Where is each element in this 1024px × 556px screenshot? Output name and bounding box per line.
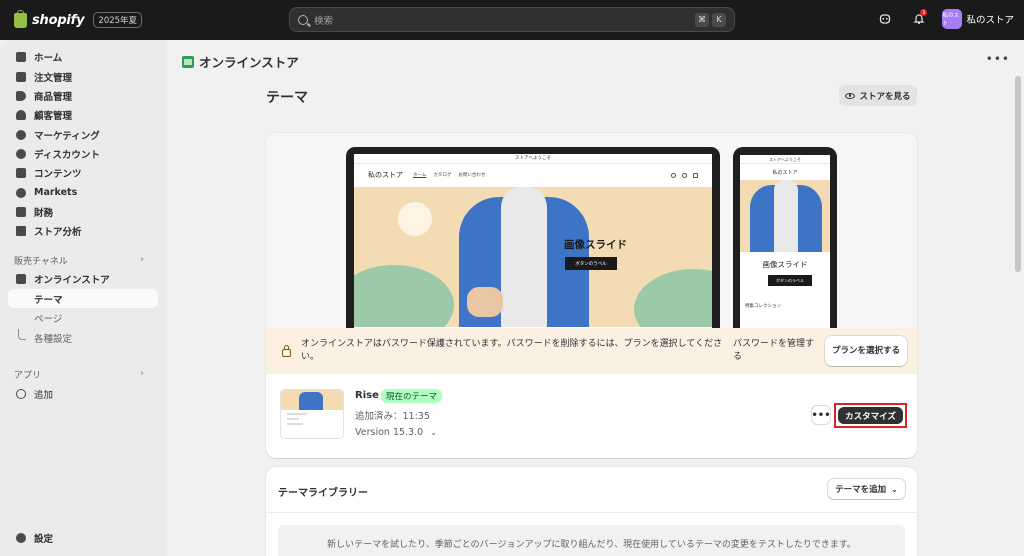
sidekick-icon[interactable] (874, 8, 896, 30)
sidebar-item-finance[interactable]: 財務 (8, 202, 158, 221)
customize-highlight: カスタマイズ (834, 403, 907, 428)
tag-icon (16, 90, 26, 101)
theme-added-time: 追加済み：11:35 (355, 411, 430, 422)
mobile-slide-button: ボタンのラベル (768, 275, 812, 286)
chevron-down-icon: ⌄ (891, 484, 898, 494)
more-actions-icon[interactable]: ••• (986, 52, 1010, 66)
sidebar-item-pages[interactable]: ページ (8, 308, 158, 327)
lock-icon (282, 344, 291, 357)
gear-icon (16, 532, 26, 543)
search-input[interactable]: 検索 ⌘ K (289, 7, 735, 32)
theme-library-empty-text: 新しいテーマを試したり、季節ごとのバージョンアップに取り組んだり、現在使用してい… (278, 525, 905, 556)
theme-thumbnail (280, 389, 344, 439)
mobile-preview: ストアへようこそ 私のストア 画像スライド ボタンのラベル 特集コレクション (733, 147, 837, 328)
plus-circle-icon (16, 388, 26, 399)
theme-preview[interactable]: ストアへようこそ 私のストア ホーム カタログ お問い合わせ 画像スライド ボタ… (266, 133, 917, 328)
sidebar: ホーム 注文管理 商品管理 顧客管理 マーケティング ディスカウント コンテンツ… (0, 40, 166, 556)
edition-badge[interactable]: 2025年夏 (93, 12, 143, 28)
section-title: テーマ (266, 90, 308, 106)
avatar[interactable]: 私のスト (942, 9, 963, 29)
desktop-preview: ストアへようこそ 私のストア ホーム カタログ お問い合わせ 画像スライド ボタ… (346, 147, 720, 328)
sidebar-item-home[interactable]: ホーム (8, 47, 158, 66)
sidebar-item-discounts[interactable]: ディスカウント (8, 144, 158, 163)
sales-channels-label: 販売チャネル (14, 257, 68, 267)
customize-button[interactable]: カスタマイズ (838, 407, 903, 424)
preview-cart-icon (693, 172, 698, 178)
select-plan-button[interactable]: プランを選択する (825, 336, 907, 366)
store-icon (16, 273, 26, 284)
scrollbar[interactable] (1015, 76, 1021, 272)
page-header: オンラインストア (182, 52, 299, 71)
mobile-brand: 私のストア (772, 169, 798, 176)
view-store-button[interactable]: ストアを見る (839, 85, 917, 106)
sidebar-item-customers[interactable]: 顧客管理 (8, 105, 158, 124)
add-theme-button[interactable]: テーマを追加 ⌄ (828, 479, 905, 499)
theme-version-dropdown[interactable]: Version 15.3.0 ⌄ (355, 427, 437, 438)
top-bar: shopify 2025年夏 検索 ⌘ K 1 私のスト 私のストア (0, 0, 1024, 40)
chevron-down-icon: ⌄ (430, 428, 437, 437)
theme-library-title: テーマライブラリー (278, 488, 368, 499)
preview-brand: 私のストア (368, 171, 403, 179)
home-icon (16, 51, 26, 62)
eye-icon (845, 92, 856, 99)
page-title: オンラインストア (199, 55, 299, 70)
shopify-bag-icon (14, 9, 27, 28)
theme-more-button[interactable]: ••• (811, 406, 831, 424)
notification-bell-icon[interactable]: 1 (908, 8, 930, 30)
theme-library-card: テーマライブラリー テーマを追加 ⌄ 新しいテーマを試したり、季節ごとのバージョ… (266, 467, 917, 556)
target-icon (16, 129, 26, 140)
preview-account-icon (682, 172, 687, 178)
apps-label: アプリ (14, 371, 42, 381)
theme-name: Rise (355, 390, 379, 401)
current-theme-card: ストアへようこそ 私のストア ホーム カタログ お問い合わせ 画像スライド ボタ… (266, 133, 917, 458)
notification-badge: 1 (920, 9, 928, 16)
banner-text: オンラインストアはパスワード保護されています。パスワードを削除するには、プランを… (301, 339, 723, 362)
preview-announcement: ストアへようこそ (354, 154, 712, 164)
mobile-announcement: ストアへようこそ (740, 155, 830, 164)
globe-icon (16, 187, 26, 198)
password-banner: オンラインストアはパスワード保護されています。パスワードを削除するには、プランを… (266, 328, 917, 374)
sidebar-item-online-store[interactable]: オンラインストア (8, 269, 158, 288)
chart-bar-icon (16, 225, 26, 236)
sidebar-item-themes[interactable]: テーマ (8, 289, 158, 308)
store-name[interactable]: 私のストア (966, 12, 1014, 26)
sidebar-item-preferences[interactable]: 各種設定 (8, 328, 158, 347)
inbox-icon (16, 71, 26, 82)
kbd-cmd: ⌘ (695, 12, 709, 27)
chevron-right-icon[interactable]: › (140, 254, 144, 265)
search-placeholder: 検索 (314, 15, 334, 27)
preview-nav-contact: お問い合わせ (458, 173, 486, 178)
kbd-k: K (712, 12, 726, 27)
chevron-right-icon[interactable]: › (140, 368, 144, 379)
sidebar-item-products[interactable]: 商品管理 (8, 86, 158, 105)
current-theme-badge: 現在のテーマ (381, 389, 443, 403)
sidebar-item-marketing[interactable]: マーケティング (8, 125, 158, 144)
main-content: オンラインストア ••• テーマ ストアを見る ストアへようこそ 私のストア ホ… (166, 40, 1024, 556)
preview-nav-home: ホーム (413, 173, 427, 178)
sidebar-item-add-app[interactable]: 追加 (8, 384, 158, 403)
sidebar-item-analytics[interactable]: ストア分析 (8, 221, 158, 240)
bank-icon (16, 206, 26, 217)
mobile-slide-title: 画像スライド (762, 260, 808, 269)
person-icon (16, 109, 26, 120)
content-icon (16, 167, 26, 178)
sidebar-item-markets[interactable]: Markets (8, 183, 158, 202)
sidebar-item-orders[interactable]: 注文管理 (8, 67, 158, 86)
preview-slideshow: 画像スライド ボタンのラベル (354, 187, 712, 327)
sidebar-item-content[interactable]: コンテンツ (8, 163, 158, 182)
sidebar-item-settings[interactable]: 設定 (8, 528, 158, 547)
mobile-featured-collection: 特集コレクション (745, 304, 781, 309)
preview-search-icon (671, 172, 676, 178)
online-store-icon (182, 55, 194, 68)
brand-name: shopify (32, 12, 85, 28)
discount-icon (16, 148, 26, 159)
search-icon (298, 14, 308, 25)
preview-nav-catalog: カタログ (433, 173, 452, 178)
preview-slide-button: ボタンのラベル (565, 257, 617, 270)
preview-slide-title: 画像スライド (564, 239, 627, 251)
shopify-logo[interactable]: shopify 2025年夏 (14, 9, 143, 28)
divider (266, 512, 917, 513)
manage-password-link[interactable]: パスワードを管理する (733, 338, 821, 364)
